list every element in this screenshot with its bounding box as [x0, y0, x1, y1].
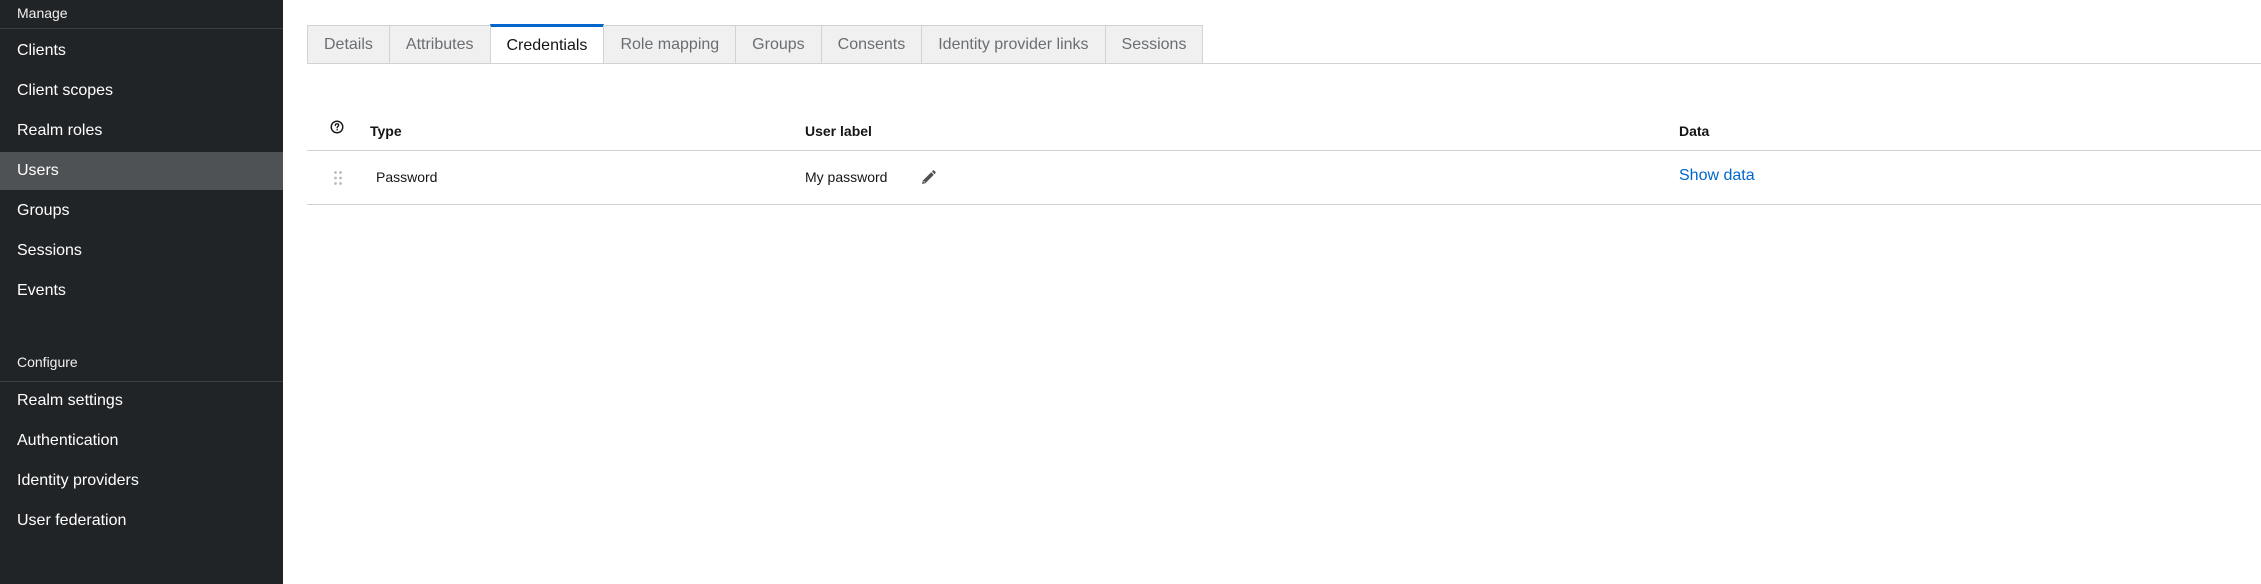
sidebar-item-users[interactable]: Users — [0, 152, 283, 190]
sidebar-item-identity-providers[interactable]: Identity providers — [0, 462, 283, 500]
main-content: Details Attributes Credentials Role mapp… — [283, 0, 2261, 584]
pencil-icon[interactable] — [919, 169, 937, 187]
tab-groups[interactable]: Groups — [735, 25, 822, 63]
table-header: Type User label Data — [307, 114, 2261, 151]
sidebar-item-client-scopes[interactable]: Client scopes — [0, 72, 283, 110]
credential-user-label: My password — [805, 169, 888, 185]
table-row: Password My password Show data — [307, 151, 2261, 205]
tab-consents[interactable]: Consents — [820, 25, 923, 63]
sidebar: Manage Clients Client scopes Realm roles… — [0, 0, 283, 584]
sidebar-item-groups[interactable]: Groups — [0, 192, 283, 230]
sidebar-item-realm-settings[interactable]: Realm settings — [0, 382, 283, 420]
tab-details[interactable]: Details — [307, 25, 390, 63]
tab-role-mapping[interactable]: Role mapping — [603, 25, 737, 63]
sidebar-item-clients[interactable]: Clients — [0, 32, 283, 70]
column-header-type: Type — [370, 123, 402, 139]
credentials-table: Type User label Data Password My passwor… — [307, 114, 2261, 205]
user-tabs: Details Attributes Credentials Role mapp… — [307, 24, 1204, 64]
column-header-user-label: User label — [805, 123, 872, 139]
column-header-data: Data — [1679, 123, 1710, 139]
sidebar-item-user-federation[interactable]: User federation — [0, 502, 283, 540]
manage-section-title: Manage — [17, 5, 68, 21]
tab-sessions[interactable]: Sessions — [1104, 25, 1204, 63]
help-circle-icon[interactable] — [330, 120, 344, 134]
show-data-link[interactable]: Show data — [1679, 167, 1755, 185]
section-divider — [0, 28, 283, 29]
tab-identity-provider-links[interactable]: Identity provider links — [921, 25, 1106, 63]
sidebar-item-events[interactable]: Events — [0, 272, 283, 310]
credential-type: Password — [376, 169, 438, 185]
sidebar-item-authentication[interactable]: Authentication — [0, 422, 283, 460]
sidebar-item-sessions[interactable]: Sessions — [0, 232, 283, 270]
tabs-divider — [307, 63, 2261, 64]
tab-credentials[interactable]: Credentials — [489, 24, 605, 64]
configure-section-title: Configure — [17, 354, 78, 370]
tab-attributes[interactable]: Attributes — [388, 25, 491, 63]
app-window: Manage Clients Client scopes Realm roles… — [0, 0, 2261, 584]
sidebar-item-realm-roles[interactable]: Realm roles — [0, 112, 283, 150]
drag-handle-icon[interactable] — [333, 170, 343, 186]
